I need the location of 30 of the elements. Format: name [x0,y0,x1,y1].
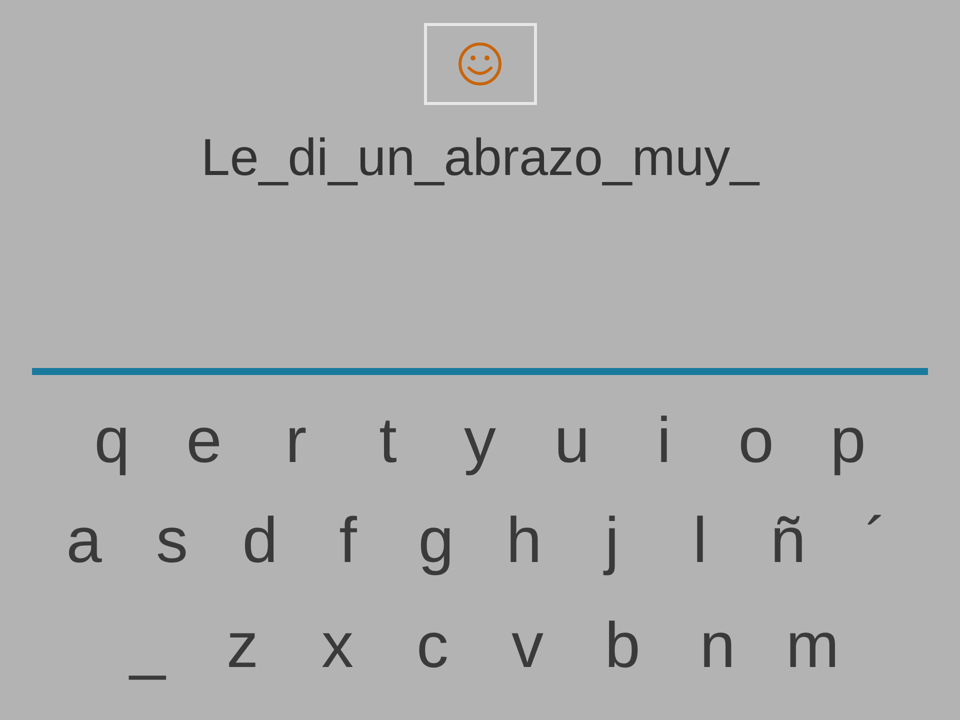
key-button[interactable]: g [392,490,480,590]
smiley-icon [457,41,503,87]
smiley-button[interactable] [424,23,536,105]
key-button[interactable]: u [526,390,618,490]
key-button[interactable]: ´ [832,490,920,590]
key-button[interactable]: ñ [744,490,832,590]
key-button[interactable]: a [40,490,128,590]
key-button[interactable]: s [128,490,216,590]
key-button[interactable]: l [656,490,744,590]
key-button[interactable]: o [710,390,802,490]
key-button[interactable]: y [434,390,526,490]
key-button[interactable]: j [568,490,656,590]
key-button[interactable]: x [290,595,385,695]
key-button[interactable]: i [618,390,710,490]
key-button[interactable]: m [765,595,860,695]
sentence-text: Le_di_un_abrazo_muy_ [201,128,759,188]
key-button[interactable]: n [670,595,765,695]
key-button[interactable]: d [216,490,304,590]
key-button[interactable]: t [342,390,434,490]
key-button[interactable]: q [66,390,158,490]
key-button[interactable]: e [158,390,250,490]
key-button[interactable]: r [250,390,342,490]
key-button[interactable]: b [575,595,670,695]
key-button[interactable]: z [195,595,290,695]
key-button[interactable]: p [802,390,894,490]
key-button[interactable]: _ [100,595,195,695]
key-button[interactable]: v [480,595,575,695]
key-button[interactable]: f [304,490,392,590]
key-button[interactable]: h [480,490,568,590]
key-button[interactable]: c [385,595,480,695]
